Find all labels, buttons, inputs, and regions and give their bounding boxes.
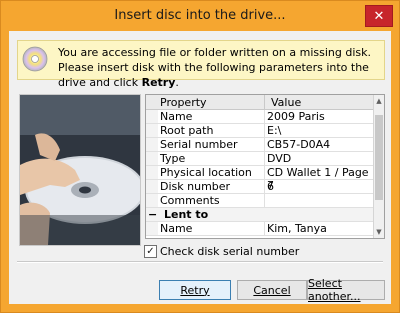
property-value[interactable]: 6 — [267, 180, 274, 193]
column-property[interactable]: Property — [160, 96, 207, 109]
grid-row[interactable]: Root path E:\ — [146, 124, 373, 138]
select-another-button[interactable]: Select another... — [307, 277, 385, 303]
disc-photo — [19, 94, 141, 246]
check-serial-checkbox[interactable]: ✓ — [144, 244, 157, 258]
grid-row[interactable]: Name Kim, Tanya — [146, 222, 373, 236]
scroll-down-icon[interactable]: ▼ — [375, 227, 383, 237]
banner-message: You are accessing file or folder written… — [58, 46, 371, 89]
info-banner: You are accessing file or folder written… — [17, 40, 385, 89]
property-name: Type — [160, 152, 265, 165]
property-name: Name — [160, 110, 265, 123]
grid-row[interactable]: Name 2009 Paris — [146, 110, 373, 124]
title-bar[interactable]: Insert disc into the drive... ✕ — [1, 1, 399, 31]
group-label: Lent to — [164, 208, 209, 221]
scroll-up-icon[interactable]: ▲ — [375, 96, 383, 106]
grid-row[interactable]: Type DVD — [146, 152, 373, 166]
disc-icon — [22, 46, 48, 72]
property-value[interactable]: CB57-D0A4 — [267, 138, 330, 151]
property-name: Name — [160, 222, 265, 235]
dialog-window: Insert disc into the drive... ✕ You are … — [0, 0, 400, 313]
property-value[interactable]: Kim, Tanya — [267, 222, 327, 235]
property-value[interactable]: 2009 Paris — [267, 110, 325, 123]
checkmark-icon: ✓ — [146, 245, 155, 257]
column-value[interactable]: Value — [271, 96, 301, 109]
group-lent-to[interactable]: − Lent to — [146, 208, 373, 222]
close-button[interactable]: ✕ — [365, 5, 393, 27]
close-icon: ✕ — [373, 8, 385, 24]
grid-header: Property Value — [146, 95, 373, 110]
grid-scrollbar[interactable]: ▲ ▼ — [373, 95, 384, 238]
grid-row[interactable]: Physical location CD Wallet 1 / Page 7 — [146, 166, 373, 192]
grid-row[interactable]: Disk number 6 — [146, 180, 373, 194]
property-name: Disk number — [160, 180, 265, 193]
property-name: Root path — [160, 124, 265, 137]
grid-row[interactable]: Comments — [146, 194, 373, 208]
cancel-button[interactable]: Cancel — [237, 280, 307, 300]
property-name: Serial number — [160, 138, 265, 151]
property-value[interactable]: DVD — [267, 152, 291, 165]
property-name: Physical location — [160, 166, 265, 179]
property-name: Comments — [160, 194, 265, 207]
collapse-icon[interactable]: − — [148, 208, 157, 221]
window-title: Insert disc into the drive... — [114, 8, 286, 23]
property-value[interactable]: E:\ — [267, 124, 281, 137]
grid-row[interactable]: Serial number CB57-D0A4 — [146, 138, 373, 152]
disk-properties-grid[interactable]: Property Value Name 2009 Paris Root path E… — [145, 94, 385, 239]
check-serial-row[interactable]: ✓ Check disk serial number — [144, 244, 299, 258]
scroll-thumb[interactable] — [375, 115, 383, 200]
separator — [17, 261, 383, 263]
dialog-body: You are accessing file or folder written… — [9, 31, 391, 304]
check-serial-label[interactable]: Check disk serial number — [160, 245, 299, 258]
retry-button[interactable]: Retry — [159, 280, 231, 300]
